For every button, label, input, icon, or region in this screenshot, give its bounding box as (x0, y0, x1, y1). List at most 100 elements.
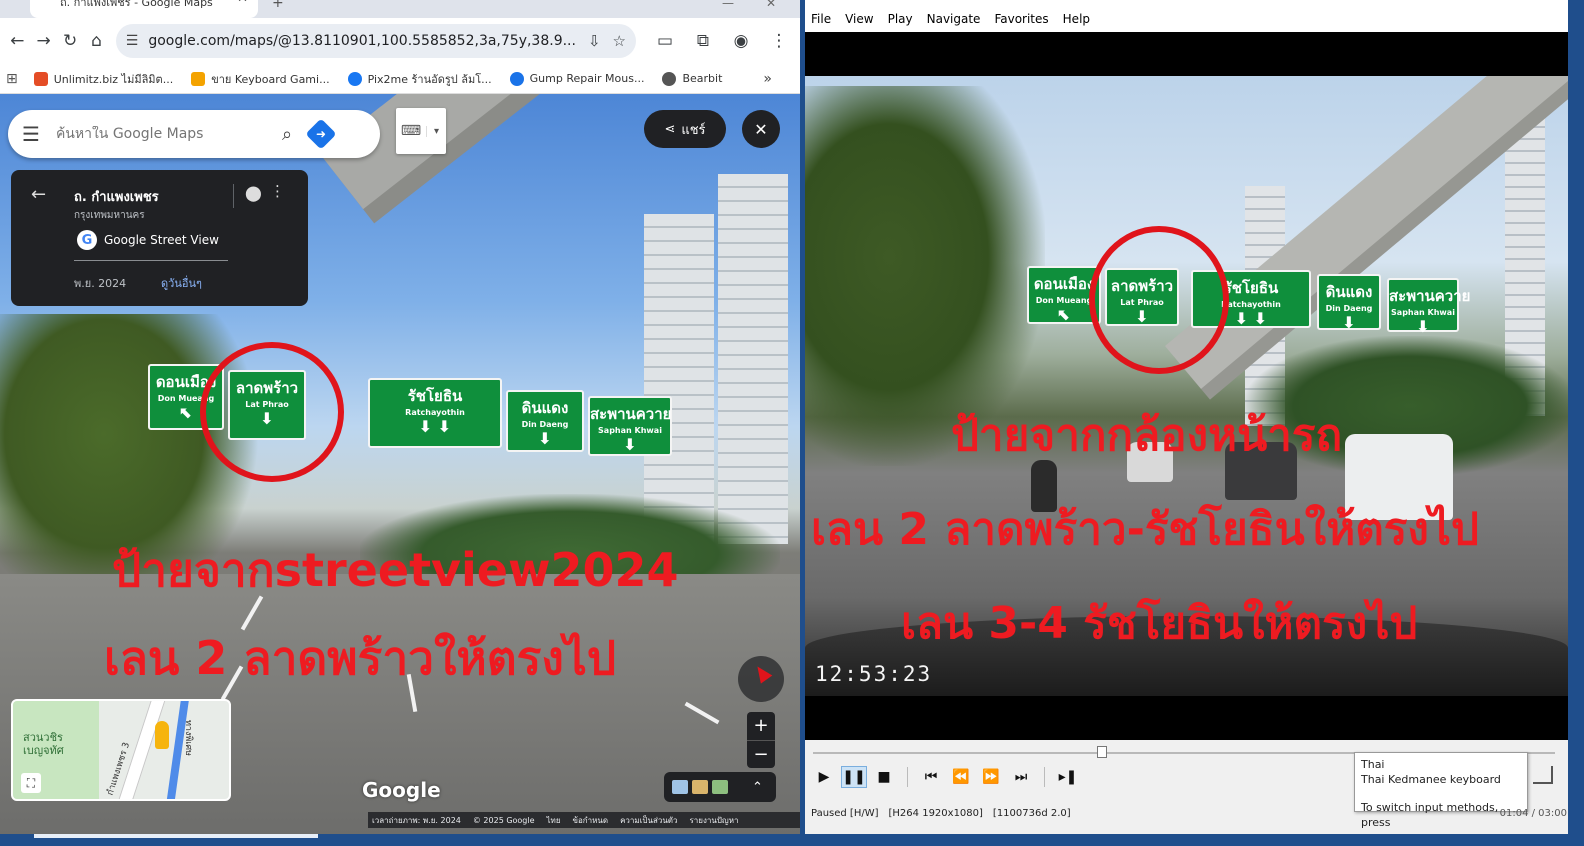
thumbnail-road[interactable] (692, 780, 708, 794)
divider (233, 184, 234, 208)
footer-privacy[interactable]: ความเป็นส่วนตัว (620, 814, 677, 827)
overlay-caption-2: เลน 2 ลาดพร้าว-รัชโยธินให้ตรงไป (811, 504, 1479, 555)
ime-keyboard: Thai Kedmanee keyboard (1361, 773, 1501, 786)
see-other-dates-link[interactable]: ดูวันอื่นๆ (161, 274, 202, 292)
stop-button[interactable]: ■ (871, 766, 897, 788)
tab-google-maps[interactable]: ถ. กำแพงเพชร - Google Maps ✕ (30, 0, 258, 18)
chevron-down-icon: ▾ (426, 125, 446, 137)
menu-file[interactable]: File (811, 12, 831, 26)
hamburger-menu-icon[interactable]: ☰ (22, 122, 40, 146)
cast-icon[interactable]: ▭ (648, 24, 682, 58)
thumbnail-sky[interactable] (672, 780, 688, 794)
menu-view[interactable]: View (845, 12, 873, 26)
divider (907, 767, 908, 787)
window-edge (34, 834, 318, 838)
video-area[interactable]: ดอนเมือง Don Mueang ⬉ ลาดพร้าว Lat Phrao… (805, 32, 1568, 740)
maps-search-box: ☰ ⌕ ➜ (8, 110, 380, 158)
highlight-circle (200, 342, 344, 482)
bookmark-favicon-icon (191, 71, 206, 86)
expand-up-icon[interactable]: ⌃ (752, 780, 763, 795)
site-info-icon[interactable]: ☰ (126, 33, 139, 49)
bookmark-item[interactable]: ขาย Keyboard Gami... (191, 70, 330, 88)
browser-window: ถ. กำแพงเพชร - Google Maps ✕ + — ✕ ← → ↻… (0, 0, 800, 834)
footer-terms[interactable]: ข้อกำหนด (573, 814, 609, 827)
back-arrow-icon[interactable]: ← (31, 184, 46, 205)
more-bookmarks-icon[interactable]: » (763, 71, 772, 87)
window-close-icon[interactable]: ✕ (766, 0, 776, 10)
menu-bar: File View Play Navigate Favorites Help (805, 0, 1568, 32)
bookmark-favicon-icon (662, 71, 677, 86)
zoom-in-button[interactable]: + (747, 712, 775, 740)
bookmark-item[interactable]: Pix2me ร้านอัดรูป ล้มโ... (347, 70, 492, 88)
desktop: ถ. กำแพงเพชร - Google Maps ✕ + — ✕ ← → ↻… (0, 0, 1584, 846)
expand-icon[interactable]: ⛶ (21, 773, 41, 793)
overlay-caption-3: เลน 3-4 รัชโยธินให้ตรงไป (901, 598, 1418, 649)
chrome-menu-icon[interactable]: ⋮ (762, 24, 796, 58)
input-tools-button[interactable]: ⌨ ▾ (396, 108, 446, 154)
status-bar: Paused [H/W] [H264 1920x1080] [1100736d … (811, 802, 1567, 824)
overlay-caption-2: เลน 2 ลาดพร้าวให้ตรงไป (104, 631, 617, 685)
directions-icon[interactable]: ➜ (305, 118, 337, 150)
back-icon[interactable]: ← (4, 24, 30, 58)
footer-report[interactable]: รายงานปัญหา (689, 814, 738, 827)
menu-navigate[interactable]: Navigate (927, 12, 981, 26)
thumbnail-trees[interactable] (712, 780, 728, 794)
status-codec: [H264 1920x1080] (888, 807, 983, 819)
bookmark-item[interactable]: Unlimitz.biz ไม่มีลิมิต... (33, 70, 173, 88)
imagery-thumbnails[interactable]: ⌃ (664, 772, 776, 802)
overlay-caption-1: ป้ายจากstreetview2024 (112, 543, 679, 597)
playback-controls: ▶ ❚❚ ■ ⏮ ⏪ ⏩ ⏭ ▸❚ (811, 766, 1081, 788)
footer-language[interactable]: ไทย (547, 814, 561, 827)
apps-grid-icon[interactable]: ⊞ (6, 71, 18, 87)
extensions-icon[interactable]: ⧉ (686, 24, 720, 58)
home-icon[interactable]: ⌂ (83, 24, 109, 58)
seek-thumb[interactable] (1097, 746, 1108, 758)
search-input[interactable] (55, 126, 276, 142)
more-options-icon[interactable]: ⋮ (270, 182, 285, 200)
navigation-bar: ← → ↻ ⌂ ☰ google.com/maps/@13.8110901,10… (0, 18, 800, 64)
menu-help[interactable]: Help (1063, 12, 1090, 26)
close-street-view-button[interactable]: ✕ (742, 110, 780, 148)
share-button[interactable]: ⋖ แชร์ (644, 110, 726, 148)
minimize-icon[interactable]: — (722, 0, 734, 10)
new-tab-icon[interactable]: + (272, 0, 284, 11)
search-icon[interactable]: ⌕ (282, 124, 292, 145)
rewind-button[interactable]: ⏪ (948, 766, 974, 788)
profile-icon[interactable]: ◉ (724, 24, 758, 58)
forward-icon[interactable]: → (30, 24, 56, 58)
previous-button[interactable]: ⏮ (918, 766, 944, 788)
fast-forward-button[interactable]: ⏩ (978, 766, 1004, 788)
share-icon: ⋖ (664, 121, 676, 137)
pause-button[interactable]: ❚❚ (841, 766, 867, 788)
tab-close-icon[interactable]: ✕ (237, 0, 248, 5)
frame-step-button[interactable]: ▸❚ (1055, 766, 1081, 788)
bookmark-item[interactable]: Gump Repair Mous... (509, 71, 644, 86)
maps-footer: เวลาถ่ายภาพ: พ.ย. 2024 © 2025 Google ไทย… (368, 812, 800, 828)
play-button[interactable]: ▶ (811, 766, 837, 788)
road-sign: สะพานควาย Saphan Khwai ⬇ (588, 396, 672, 456)
footer-capture-date: เวลาถ่ายภาพ: พ.ย. 2024 (372, 815, 461, 825)
reload-icon[interactable]: ↻ (57, 24, 83, 58)
mini-map[interactable]: สวนวชิรเบญจทัศ ถ. กำแพงเพชร 3 ทางพิเศษ ⛶ (11, 699, 231, 801)
tab-strip: ถ. กำแพงเพชร - Google Maps ✕ + — ✕ (0, 0, 800, 18)
volume-slider[interactable] (1533, 766, 1553, 784)
install-app-icon[interactable]: ⇩ (588, 32, 601, 50)
arrow-down-icon: ⬇ (1342, 313, 1356, 332)
address-bar[interactable]: ☰ google.com/maps/@13.8110901,100.558585… (115, 24, 636, 58)
street-view-canvas[interactable]: ดอนเมือง Don Mueang ⬉ ลาดพร้าว Lat Phrao… (0, 94, 800, 834)
menu-favorites[interactable]: Favorites (994, 12, 1048, 26)
zoom-out-button[interactable]: − (747, 741, 775, 769)
location-pin-icon[interactable]: ⬤ (245, 184, 262, 202)
arrow-down-icon: ⬇ (1416, 317, 1430, 336)
menu-play[interactable]: Play (888, 12, 913, 26)
video-timestamp: 12:53:23 (815, 662, 933, 686)
park-label: สวนวชิรเบญจทัศ (23, 731, 64, 757)
pegman-icon (155, 721, 169, 749)
divider (1044, 767, 1045, 787)
google-logo-icon: G (77, 230, 97, 250)
bookmark-star-icon[interactable]: ☆ (613, 32, 626, 50)
bookmark-item[interactable]: Bearbit (662, 71, 722, 86)
next-button[interactable]: ⏭ (1008, 766, 1034, 788)
road-sign: รัชโยธิน Ratchayothin ⬇ ⬇ (368, 378, 502, 448)
compass-button[interactable] (738, 656, 784, 702)
